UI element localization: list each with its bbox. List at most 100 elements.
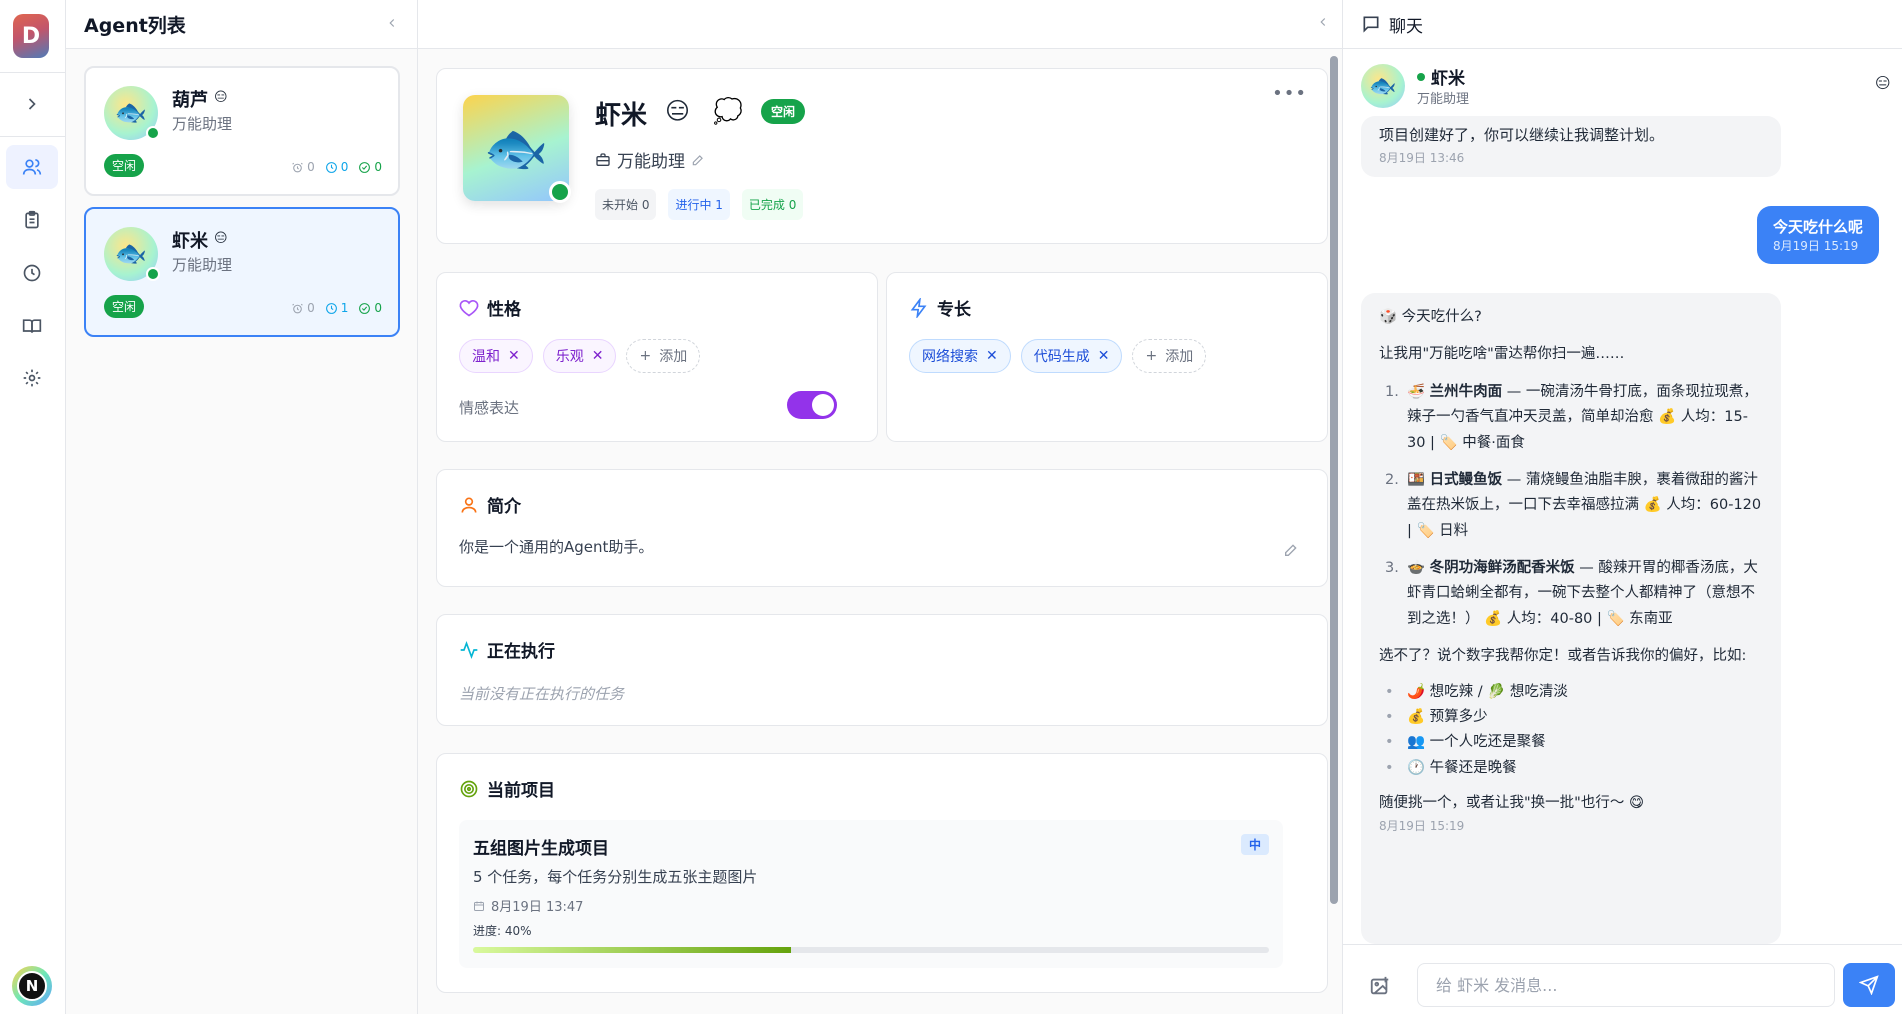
stat-value: 0: [374, 160, 382, 174]
online-status-dot: [146, 267, 160, 281]
expand-rail-button[interactable]: [6, 82, 58, 126]
priority-badge: 中: [1240, 834, 1269, 855]
emotion-toggle[interactable]: [787, 391, 837, 419]
mood-emoji: 😑: [214, 231, 228, 246]
agent-role: 万能助理: [172, 115, 233, 133]
message-heading: 🎲 今天吃什么?: [1379, 309, 1482, 325]
emotion-label: 情感表达: [459, 399, 520, 417]
mood-emoji: 😑: [665, 97, 691, 125]
profile-role: 万能助理: [595, 147, 705, 172]
divider: [0, 136, 66, 137]
stat-done: 0: [358, 301, 382, 315]
lightning-icon: [910, 297, 927, 318]
role-text: 万能助理: [617, 152, 685, 172]
remove-tag-icon[interactable]: ✕: [592, 348, 604, 364]
attach-image-button[interactable]: [1369, 975, 1393, 999]
stat-alarms: 0: [291, 160, 315, 174]
app-logo[interactable]: D: [13, 14, 49, 58]
status-badge: 空闲: [104, 154, 145, 177]
remove-tag-icon[interactable]: ✕: [986, 348, 998, 364]
stat-value: 0: [374, 301, 382, 315]
item-emoji: 🍜: [1407, 383, 1426, 400]
item-name: 兰州牛肉面: [1429, 383, 1503, 400]
activity-icon: [460, 640, 478, 659]
user-avatar[interactable]: N: [12, 966, 52, 1006]
chat-composer: [1343, 944, 1902, 1014]
message-prompt: 选不了？说个数字我帮你定！或者告诉我你的偏好，比如:: [1379, 648, 1747, 665]
intro-card: 简介 你是一个通用的Agent助手。: [436, 469, 1328, 587]
divider: [0, 72, 66, 73]
pill-not-started[interactable]: 未开始 0: [595, 189, 657, 220]
recommendation-item: 3. 🍲 冬阴功海鲜汤配香米饭 — 酸辣开胃的椰香汤底，大虾青口蛤蜊全都有，一碗…: [1379, 556, 1763, 632]
check-circle-icon: [359, 161, 371, 173]
nav-agents[interactable]: [6, 145, 58, 189]
agent-stats: 0 0 0: [291, 160, 382, 174]
nav-history[interactable]: [6, 251, 58, 295]
mood-emoji: 😑: [1875, 74, 1891, 92]
recommendation-item: 1. 🍜 兰州牛肉面 — 一碗清汤牛骨打底，面条现拉现煮，辣子一勺香气直冲天灵盖…: [1379, 380, 1763, 456]
chevron-left-icon: [1320, 18, 1326, 26]
preference-item: 🕐 午餐还是晚餐: [1379, 756, 1763, 782]
pencil-icon: [1285, 544, 1297, 556]
add-personality-button[interactable]: + 添加: [626, 339, 701, 373]
alarm-clock-icon: [292, 162, 303, 172]
skills-card: 专长 网络搜索 ✕ 代码生成 ✕ + 添加: [886, 272, 1328, 442]
more-options-button[interactable]: •••: [1272, 83, 1307, 104]
remove-tag-icon[interactable]: ✕: [508, 348, 520, 364]
user-initial: N: [17, 971, 47, 1001]
message-timestamp: 8月19日 15:19: [1773, 239, 1859, 253]
nav-knowledge[interactable]: [6, 304, 58, 348]
project-item[interactable]: 五组图片生成项目 中 5 个任务，每个任务分别生成五张主题图片 8月19日 13…: [459, 820, 1283, 968]
section-title: 简介: [459, 492, 521, 517]
section-title-text: 性格: [487, 300, 521, 320]
nav-settings[interactable]: [6, 356, 58, 400]
image-plus-icon: [1370, 976, 1389, 995]
pencil-icon[interactable]: [691, 153, 705, 167]
agent-card-hulu[interactable]: 🐟 葫芦 😑 万能助理 空闲 0 0 0: [84, 66, 400, 196]
agent-list-title: Agent列表: [84, 14, 186, 37]
agent-card-xiami[interactable]: 🐟 虾米 😑 万能助理 空闲 0 1 0: [84, 207, 400, 337]
recommendation-item: 2. 🍱 日式鳗鱼饭 — 蒲烧鳗鱼油脂丰腴，裹着微甜的酱汁盖在热米饭上，一口下去…: [1379, 468, 1763, 544]
status-badge: 空闲: [104, 295, 145, 318]
agent-role: 万能助理: [172, 256, 233, 274]
remove-tag-icon[interactable]: ✕: [1098, 348, 1110, 364]
section-title: 正在执行: [459, 637, 555, 662]
chevron-left-icon: [389, 18, 395, 27]
item-emoji: 🍱: [1407, 471, 1426, 488]
stat-in-progress: 0: [325, 160, 348, 174]
task-count-pills: 未开始 0 进行中 1 已完成 0: [595, 189, 804, 220]
plus-icon: +: [639, 348, 652, 364]
date-text: 8月19日 13:47: [491, 900, 584, 915]
calendar-icon: [474, 901, 484, 911]
thought-bubble-icon: 💭: [713, 97, 743, 125]
message-text: 今天吃什么呢: [1773, 218, 1864, 236]
skill-tags: 网络搜索 ✕ 代码生成 ✕ + 添加: [909, 339, 1207, 373]
collapse-detail-button[interactable]: [1316, 14, 1330, 33]
chat-agent-role: 万能助理: [1417, 92, 1470, 107]
nav-tasks[interactable]: [6, 198, 58, 242]
stat-done: 0: [358, 160, 382, 174]
agent-name-text: 虾米: [1431, 69, 1465, 89]
section-title: 专长: [909, 295, 971, 320]
intro-text: 你是一个通用的Agent助手。: [459, 538, 654, 556]
agent-stats: 0 1 0: [291, 301, 382, 315]
pill-in-progress[interactable]: 进行中 1: [668, 189, 730, 220]
add-skill-button[interactable]: + 添加: [1132, 339, 1207, 373]
message-text: 项目创建好了，你可以继续让我调整计划。: [1379, 126, 1665, 144]
online-status-dot: [1417, 72, 1425, 81]
empty-state-text: 当前没有正在执行的任务: [459, 685, 625, 703]
status-badge: 空闲: [761, 99, 806, 124]
collapse-agent-list-button[interactable]: [385, 15, 399, 34]
chat-message-input[interactable]: [1417, 963, 1835, 1007]
send-button[interactable]: [1843, 963, 1895, 1007]
agent-name: 葫芦: [172, 90, 208, 111]
scrollbar[interactable]: [1330, 56, 1338, 904]
personality-card: 性格 温和 ✕ 乐观 ✕ + 添加 情感表达: [436, 272, 878, 442]
chat-agent-name: 虾米: [1417, 64, 1465, 89]
project-name: 五组图片生成项目: [473, 839, 609, 859]
edit-intro-button[interactable]: [1283, 542, 1299, 562]
section-title-text: 当前项目: [487, 781, 555, 801]
detail-header: [418, 0, 1342, 49]
pill-completed[interactable]: 已完成 0: [741, 189, 804, 220]
stat-value: 0: [307, 301, 315, 315]
